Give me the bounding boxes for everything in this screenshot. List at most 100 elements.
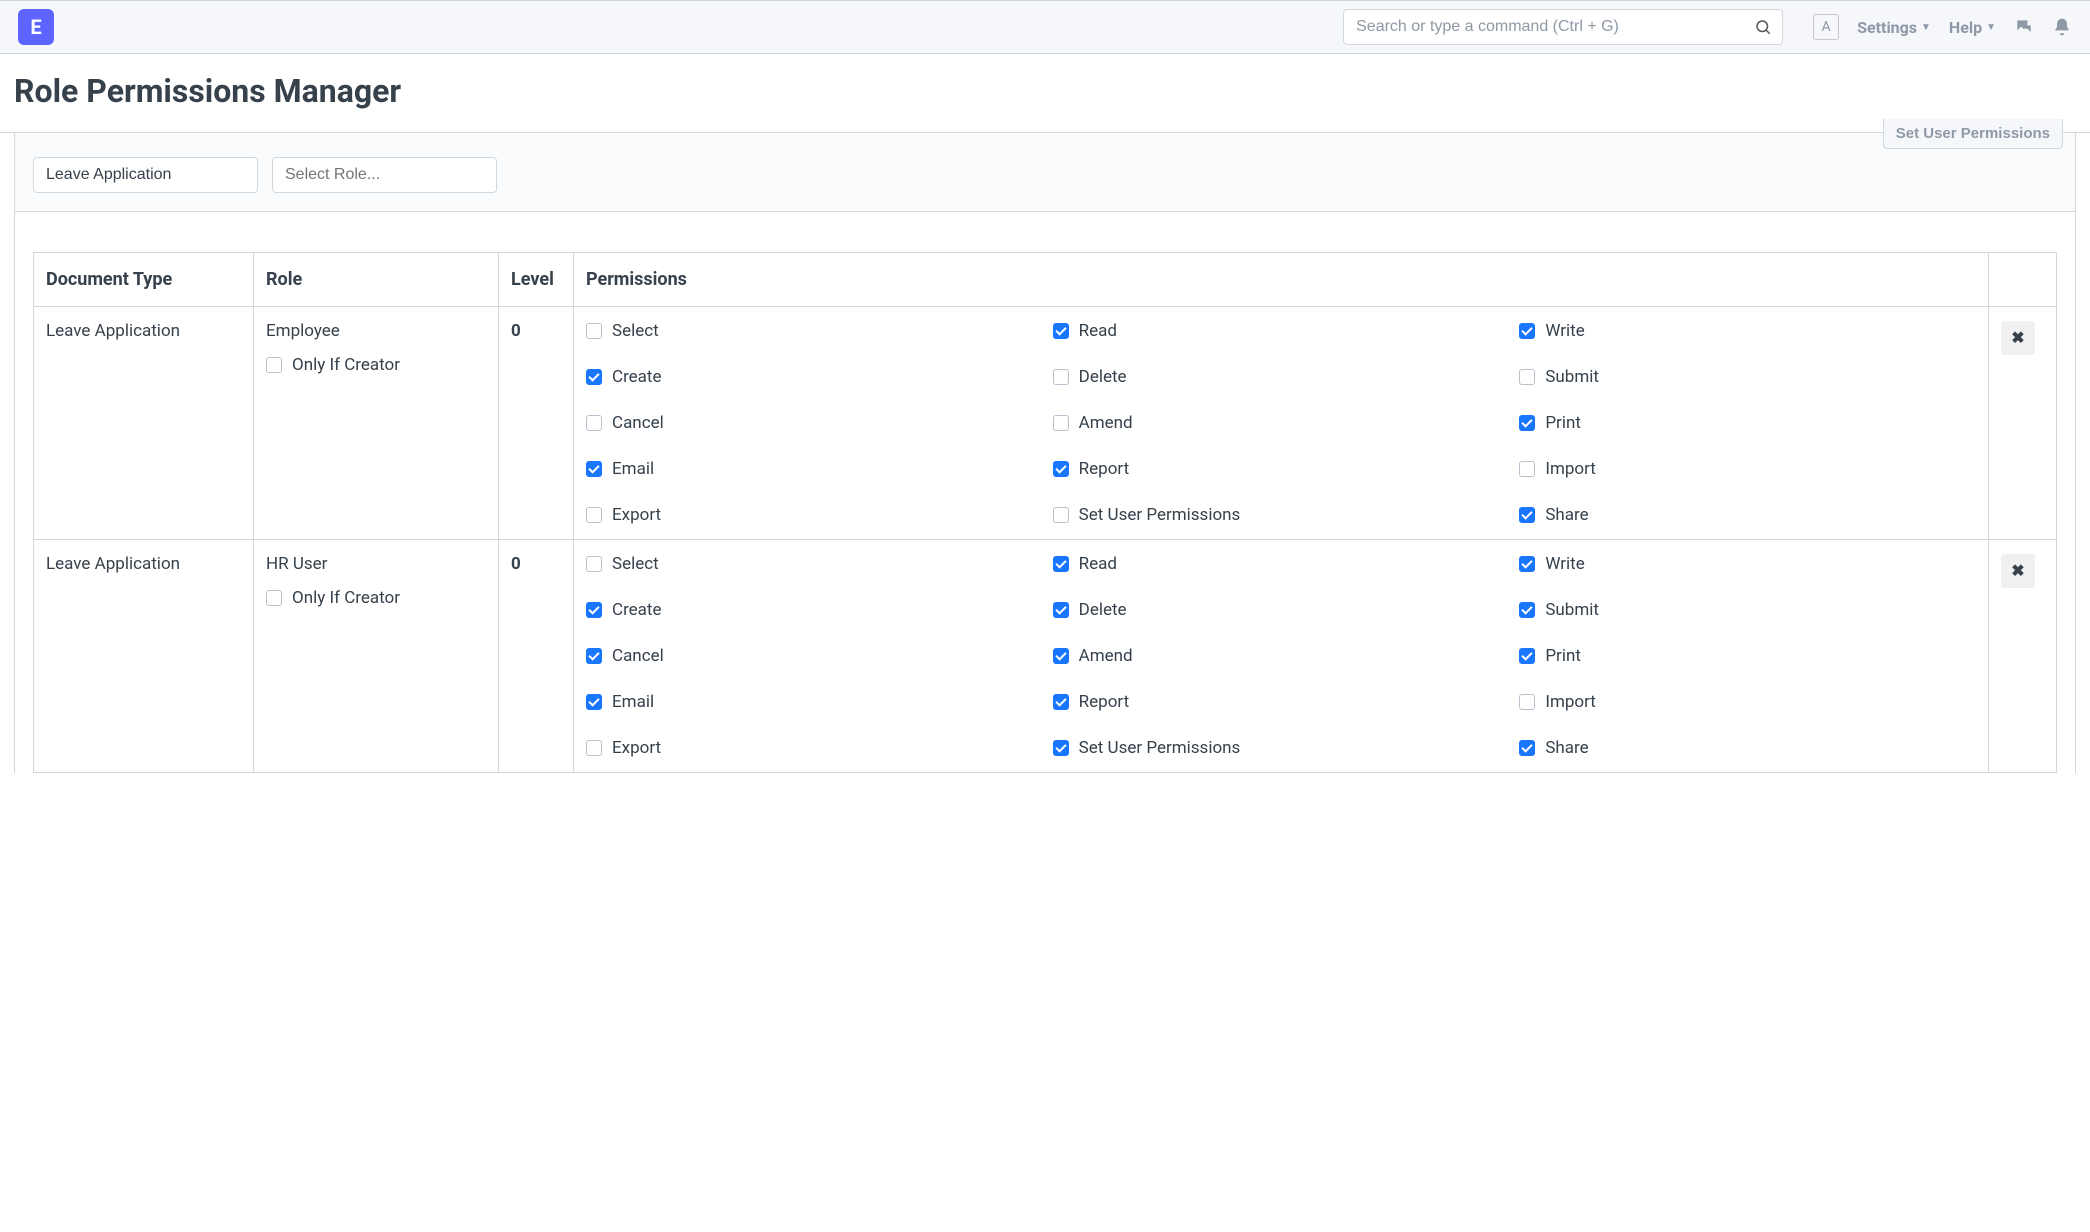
doctype-filter-input[interactable] xyxy=(33,157,258,193)
perm-label: Set User Permissions xyxy=(1079,505,1241,525)
checkbox-icon xyxy=(1519,369,1535,385)
bell-icon[interactable] xyxy=(2052,17,2072,37)
perm-label: Submit xyxy=(1545,600,1599,620)
perm-label: Amend xyxy=(1079,646,1133,666)
role-name: Employee xyxy=(266,321,486,341)
perm-share[interactable]: Share xyxy=(1519,738,1976,758)
checkbox-icon xyxy=(586,740,602,756)
perm-email[interactable]: Email xyxy=(586,692,1043,712)
checkbox-icon xyxy=(586,369,602,385)
perm-delete[interactable]: Delete xyxy=(1053,600,1510,620)
delete-row-button[interactable]: ✖ xyxy=(2001,554,2035,588)
perm-report[interactable]: Report xyxy=(1053,459,1510,479)
only-if-creator-checkbox[interactable]: Only If Creator xyxy=(266,355,486,375)
perm-select[interactable]: Select xyxy=(586,554,1043,574)
perm-set-user-permissions[interactable]: Set User Permissions xyxy=(1053,738,1510,758)
perm-label: Cancel xyxy=(612,413,664,433)
help-menu[interactable]: Help ▼ xyxy=(1949,18,1996,37)
perm-share[interactable]: Share xyxy=(1519,505,1976,525)
permissions-grid: Select Read Write Create Delete Submit Cancel A… xyxy=(586,554,1976,758)
perm-write[interactable]: Write xyxy=(1519,554,1976,574)
perm-export[interactable]: Export xyxy=(586,505,1043,525)
perm-amend[interactable]: Amend xyxy=(1053,413,1510,433)
perm-label: Read xyxy=(1079,554,1117,574)
perm-label: Create xyxy=(612,600,662,620)
checkbox-icon xyxy=(1053,694,1069,710)
cell-level: 0 xyxy=(499,540,574,773)
perm-submit[interactable]: Submit xyxy=(1519,367,1976,387)
permissions-table: Document Type Role Level Permissions Lea… xyxy=(33,252,2057,773)
perm-label: Print xyxy=(1545,646,1581,666)
header-role: Role xyxy=(254,253,499,307)
chevron-down-icon: ▼ xyxy=(1986,22,1996,33)
search-input[interactable] xyxy=(1354,17,1754,37)
set-user-permissions-button[interactable]: Set User Permissions xyxy=(1883,119,2063,149)
perm-label: Print xyxy=(1545,413,1581,433)
page-head: Role Permissions Manager xyxy=(0,54,2090,133)
perm-create[interactable]: Create xyxy=(586,600,1043,620)
cell-permissions: Select Read Write Create Delete Submit Cancel A… xyxy=(574,540,1989,773)
perm-cancel[interactable]: Cancel xyxy=(586,413,1043,433)
settings-menu[interactable]: Settings ▼ xyxy=(1857,18,1931,37)
only-if-creator-label: Only If Creator xyxy=(292,588,400,608)
perm-read[interactable]: Read xyxy=(1053,554,1510,574)
chat-icon[interactable] xyxy=(2014,17,2034,37)
cell-permissions: Select Read Write Create Delete Submit Cancel A… xyxy=(574,307,1989,540)
global-search[interactable] xyxy=(1343,9,1783,45)
perm-label: Export xyxy=(612,505,661,525)
perm-label: Share xyxy=(1545,738,1588,758)
checkbox-icon xyxy=(1519,415,1535,431)
perm-delete[interactable]: Delete xyxy=(1053,367,1510,387)
role-filter-input[interactable] xyxy=(272,157,497,193)
perm-import[interactable]: Import xyxy=(1519,459,1976,479)
user-avatar[interactable]: A xyxy=(1813,14,1839,40)
checkbox-icon xyxy=(1053,602,1069,618)
checkbox-icon xyxy=(1519,602,1535,618)
cell-role: HR UserOnly If Creator xyxy=(254,540,499,773)
perm-read[interactable]: Read xyxy=(1053,321,1510,341)
checkbox-icon xyxy=(1053,461,1069,477)
perm-set-user-permissions[interactable]: Set User Permissions xyxy=(1053,505,1510,525)
perm-select[interactable]: Select xyxy=(586,321,1043,341)
checkbox-icon xyxy=(1053,740,1069,756)
checkbox-icon xyxy=(1053,507,1069,523)
checkbox-icon xyxy=(586,415,602,431)
checkbox-icon xyxy=(1053,369,1069,385)
checkbox-icon xyxy=(586,602,602,618)
level-value: 0 xyxy=(511,321,521,341)
perm-print[interactable]: Print xyxy=(1519,646,1976,666)
header-actions xyxy=(1989,253,2057,307)
chevron-down-icon: ▼ xyxy=(1921,22,1931,33)
header-permissions: Permissions xyxy=(574,253,1989,307)
help-label: Help xyxy=(1949,18,1982,37)
perm-export[interactable]: Export xyxy=(586,738,1043,758)
perm-submit[interactable]: Submit xyxy=(1519,600,1976,620)
perm-create[interactable]: Create xyxy=(586,367,1043,387)
perm-label: Create xyxy=(612,367,662,387)
perm-import[interactable]: Import xyxy=(1519,692,1976,712)
perm-label: Select xyxy=(612,321,659,341)
perm-write[interactable]: Write xyxy=(1519,321,1976,341)
perm-label: Report xyxy=(1079,692,1129,712)
perm-label: Email xyxy=(612,459,654,479)
permissions-panel: Set User Permissions Document Type Role … xyxy=(14,133,2076,773)
app-logo[interactable]: E xyxy=(18,9,54,45)
perm-amend[interactable]: Amend xyxy=(1053,646,1510,666)
checkbox-icon xyxy=(586,694,602,710)
only-if-creator-checkbox[interactable]: Only If Creator xyxy=(266,588,486,608)
perm-report[interactable]: Report xyxy=(1053,692,1510,712)
perm-label: Read xyxy=(1079,321,1117,341)
permissions-grid: Select Read Write Create Delete Submit Cancel A… xyxy=(586,321,1976,525)
cell-level: 0 xyxy=(499,307,574,540)
checkbox-icon xyxy=(1519,323,1535,339)
checkbox-icon xyxy=(1519,507,1535,523)
perm-cancel[interactable]: Cancel xyxy=(586,646,1043,666)
perm-print[interactable]: Print xyxy=(1519,413,1976,433)
perm-email[interactable]: Email xyxy=(586,459,1043,479)
checkbox-icon xyxy=(586,648,602,664)
perm-label: Select xyxy=(612,554,659,574)
cell-doctype: Leave Application xyxy=(34,540,254,773)
perm-label: Report xyxy=(1079,459,1129,479)
delete-row-button[interactable]: ✖ xyxy=(2001,321,2035,355)
checkbox-icon xyxy=(1053,415,1069,431)
